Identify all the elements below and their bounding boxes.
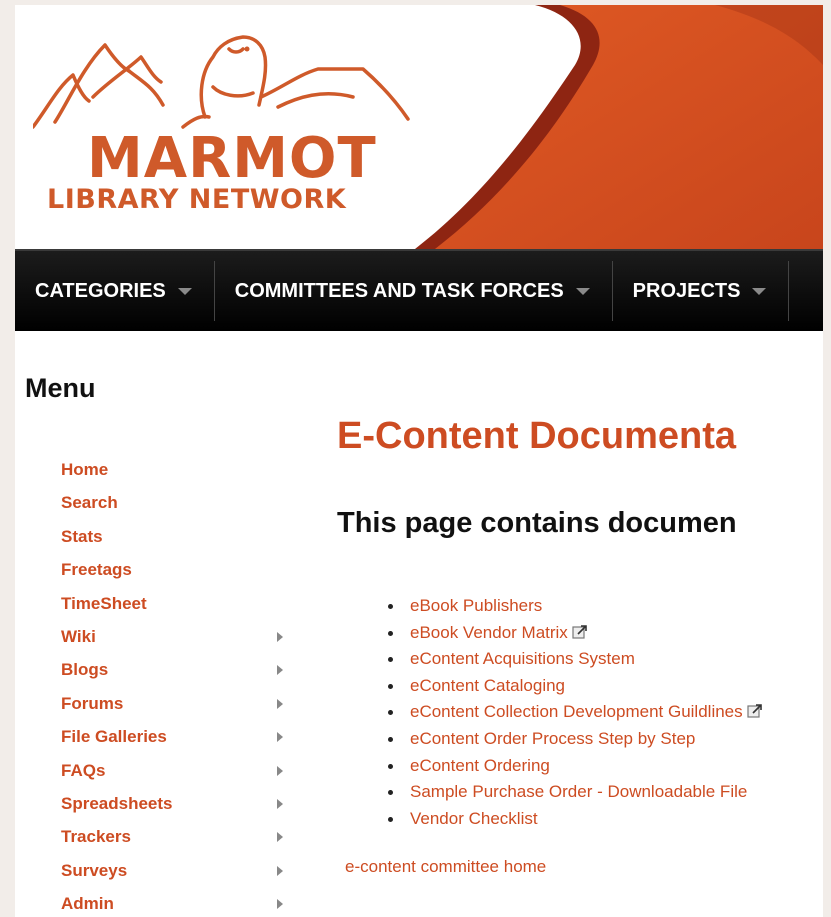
chevron-right-icon[interactable] <box>277 631 283 642</box>
chevron-down-icon <box>752 287 767 295</box>
sidebar-item-label[interactable]: Spreadsheets <box>61 794 173 813</box>
list-item: eContent Ordering <box>385 753 763 780</box>
sidebar-item-label[interactable]: Home <box>61 460 108 479</box>
chevron-right-icon[interactable] <box>277 798 283 809</box>
page-title: E-Content Documenta <box>337 415 736 457</box>
document-link[interactable]: eContent Ordering <box>410 756 550 775</box>
sidebar-item-stats[interactable]: Stats <box>15 520 315 553</box>
sidebar-item-search[interactable]: Search <box>15 486 315 519</box>
list-item: eContent Acquisitions System <box>385 646 763 673</box>
sidebar-item-label[interactable]: Search <box>61 493 118 512</box>
chevron-right-icon[interactable] <box>277 899 283 910</box>
list-item: eContent Cataloging <box>385 673 763 700</box>
external-link-icon[interactable] <box>747 703 763 719</box>
site-header: MARMOT LIBRARY NETWORK <box>15 5 823 249</box>
chevron-right-icon[interactable] <box>277 832 283 843</box>
sidebar-item-freetags[interactable]: Freetags <box>15 553 315 586</box>
document-link[interactable]: Sample Purchase Order - Downloadable Fil… <box>410 782 747 801</box>
sidebar-item-trackers[interactable]: Trackers <box>15 820 315 853</box>
sidebar-item-label[interactable]: FAQs <box>61 761 105 780</box>
document-link[interactable]: eContent Acquisitions System <box>410 649 635 668</box>
logo-subtitle: LIBRARY NETWORK <box>47 184 347 215</box>
main-navbar: CATEGORIES COMMITTEES AND TASK FORCES PR… <box>15 249 823 331</box>
nav-item-label: PROJECTS <box>632 279 741 302</box>
chevron-right-icon[interactable] <box>277 765 283 776</box>
list-item: Sample Purchase Order - Downloadable Fil… <box>385 779 763 806</box>
external-link-icon[interactable] <box>572 624 588 640</box>
sidebar-item-surveys[interactable]: Surveys <box>15 854 315 887</box>
marmot-logo-icon <box>33 35 410 129</box>
page-subtitle: This page contains documen <box>337 507 737 539</box>
sidebar-item-label[interactable]: Stats <box>61 527 103 546</box>
sidebar-item-label[interactable]: Trackers <box>61 827 131 846</box>
chevron-right-icon[interactable] <box>277 698 283 709</box>
document-link[interactable]: eContent Order Process Step by Step <box>410 729 695 748</box>
committee-home-link[interactable]: e-content committee home <box>345 857 546 877</box>
sidebar-item-label[interactable]: Freetags <box>61 560 132 579</box>
list-item: eBook Publishers <box>385 593 763 620</box>
document-link[interactable]: eContent Collection Development Guildlin… <box>410 702 743 721</box>
nav-item-projects[interactable]: PROJECTS <box>613 261 790 321</box>
sidebar-item-blogs[interactable]: Blogs <box>15 653 315 686</box>
list-item: eBook Vendor Matrix <box>385 620 763 647</box>
sidebar-item-label[interactable]: Wiki <box>61 627 96 646</box>
sidebar-item-label[interactable]: Surveys <box>61 861 127 880</box>
sidebar-item-faqs[interactable]: FAQs <box>15 754 315 787</box>
nav-item-categories[interactable]: CATEGORIES <box>15 261 215 321</box>
sidebar-item-label[interactable]: Forums <box>61 694 123 713</box>
chevron-right-icon[interactable] <box>277 732 283 743</box>
document-list: eBook Publishers eBook Vendor Matrix eCo… <box>385 593 763 832</box>
nav-item-committees[interactable]: COMMITTEES AND TASK FORCES <box>215 261 613 321</box>
chevron-right-icon[interactable] <box>277 665 283 676</box>
sidebar-item-home[interactable]: Home <box>15 453 315 486</box>
sidebar-title: Menu <box>25 373 96 403</box>
chevron-down-icon <box>177 287 192 295</box>
logo-title: MARMOT <box>87 126 377 191</box>
document-link[interactable]: eBook Publishers <box>410 596 542 615</box>
nav-item-label: CATEGORIES <box>35 279 166 302</box>
document-link[interactable]: eBook Vendor Matrix <box>410 623 568 642</box>
sidebar-item-label[interactable]: Admin <box>61 894 114 913</box>
list-item: eContent Order Process Step by Step <box>385 726 763 753</box>
list-item: Vendor Checklist <box>385 806 763 833</box>
sidebar-item-label[interactable]: Blogs <box>61 660 108 679</box>
chevron-right-icon[interactable] <box>277 865 283 876</box>
sidebar-item-forums[interactable]: Forums <box>15 687 315 720</box>
page-frame: MARMOT LIBRARY NETWORK CATEGORIES COMMIT… <box>15 5 823 917</box>
sidebar-menu: Home Search Stats Freetags TimeSheet Wik… <box>15 453 315 917</box>
document-link[interactable]: eContent Cataloging <box>410 676 565 695</box>
sidebar-item-label[interactable]: TimeSheet <box>61 594 147 613</box>
sidebar-item-label[interactable]: File Galleries <box>61 727 167 746</box>
sidebar-item-spreadsheets[interactable]: Spreadsheets <box>15 787 315 820</box>
sidebar-item-admin[interactable]: Admin <box>15 887 315 917</box>
nav-item-label: COMMITTEES AND TASK FORCES <box>234 279 564 302</box>
sidebar-item-file-galleries[interactable]: File Galleries <box>15 720 315 753</box>
chevron-down-icon <box>575 287 590 295</box>
list-item: eContent Collection Development Guildlin… <box>385 699 763 726</box>
sidebar-item-wiki[interactable]: Wiki <box>15 620 315 653</box>
sidebar-item-timesheet[interactable]: TimeSheet <box>15 587 315 620</box>
document-link[interactable]: Vendor Checklist <box>410 809 538 828</box>
